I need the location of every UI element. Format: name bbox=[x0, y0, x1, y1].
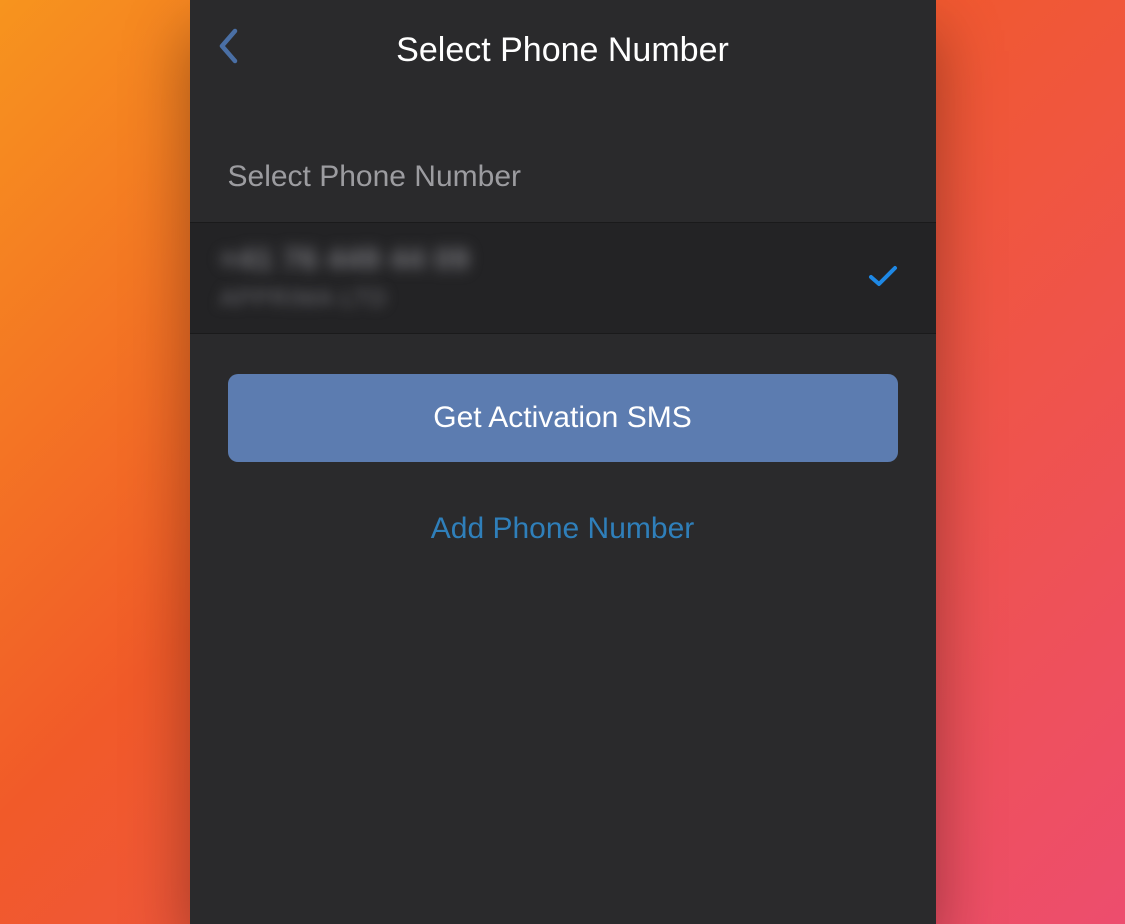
header: Select Phone Number bbox=[190, 0, 936, 100]
check-icon bbox=[868, 264, 898, 293]
get-activation-sms-button[interactable]: Get Activation SMS bbox=[228, 374, 898, 462]
page-title: Select Phone Number bbox=[396, 31, 729, 70]
button-container: Get Activation SMS bbox=[190, 334, 936, 462]
app-panel: Select Phone Number Select Phone Number … bbox=[190, 0, 936, 924]
chevron-left-icon bbox=[217, 28, 239, 69]
section-label: Select Phone Number bbox=[190, 100, 936, 222]
add-phone-number-button[interactable]: Add Phone Number bbox=[190, 462, 936, 596]
phone-info: +41 76 449 44 09 APPRIMA LTD bbox=[220, 243, 868, 313]
phone-carrier-value: APPRIMA LTD bbox=[220, 285, 868, 313]
back-button[interactable] bbox=[208, 28, 248, 68]
phone-number-value: +41 76 449 44 09 bbox=[220, 243, 868, 277]
phone-number-row[interactable]: +41 76 449 44 09 APPRIMA LTD bbox=[190, 222, 936, 334]
